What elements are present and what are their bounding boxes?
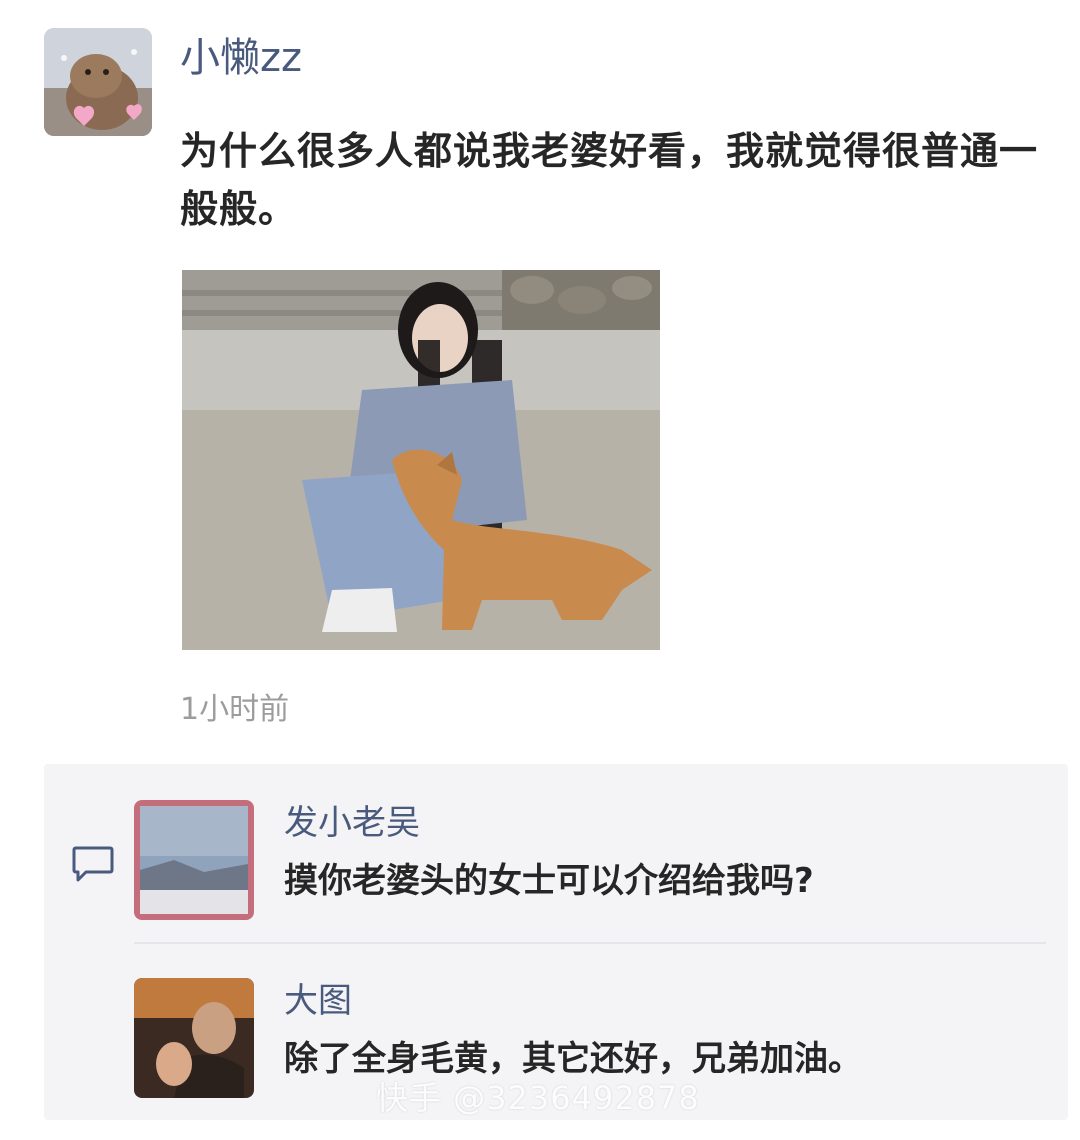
platform-watermark: 快手 @3236492878 [376, 1079, 700, 1117]
comment-bubble-icon[interactable] [70, 842, 116, 886]
post-photo[interactable] [182, 270, 660, 650]
capybara-avatar-image [44, 28, 152, 136]
comments-panel: 发小老吴 摸你老婆头的女士可以介绍给我吗? 大图 除了全身毛黄，其它还好，兄弟加… [44, 764, 1068, 1120]
comment-author[interactable]: 发小老吴 [284, 798, 420, 848]
portrait-avatar-image [134, 978, 254, 1098]
comment-divider [134, 942, 1046, 944]
comment-text: 摸你老婆头的女士可以介绍给我吗? [284, 861, 814, 901]
comment-author[interactable]: 大图 [284, 976, 352, 1026]
post-text: 为什么很多人都说我老婆好看，我就觉得很普通一般般。 [180, 129, 1039, 231]
poster-username[interactable]: 小懒zz [180, 28, 302, 88]
woman-with-dog-photo [182, 270, 660, 650]
sky-landscape-avatar-image [134, 800, 254, 920]
poster-avatar[interactable] [44, 28, 152, 136]
comment-item[interactable]: 发小老吴 摸你老婆头的女士可以介绍给我吗? [134, 800, 1054, 924]
post-timestamp: 1小时前 [180, 692, 290, 727]
commenter-avatar[interactable] [134, 800, 254, 920]
commenter-avatar[interactable] [134, 978, 254, 1098]
